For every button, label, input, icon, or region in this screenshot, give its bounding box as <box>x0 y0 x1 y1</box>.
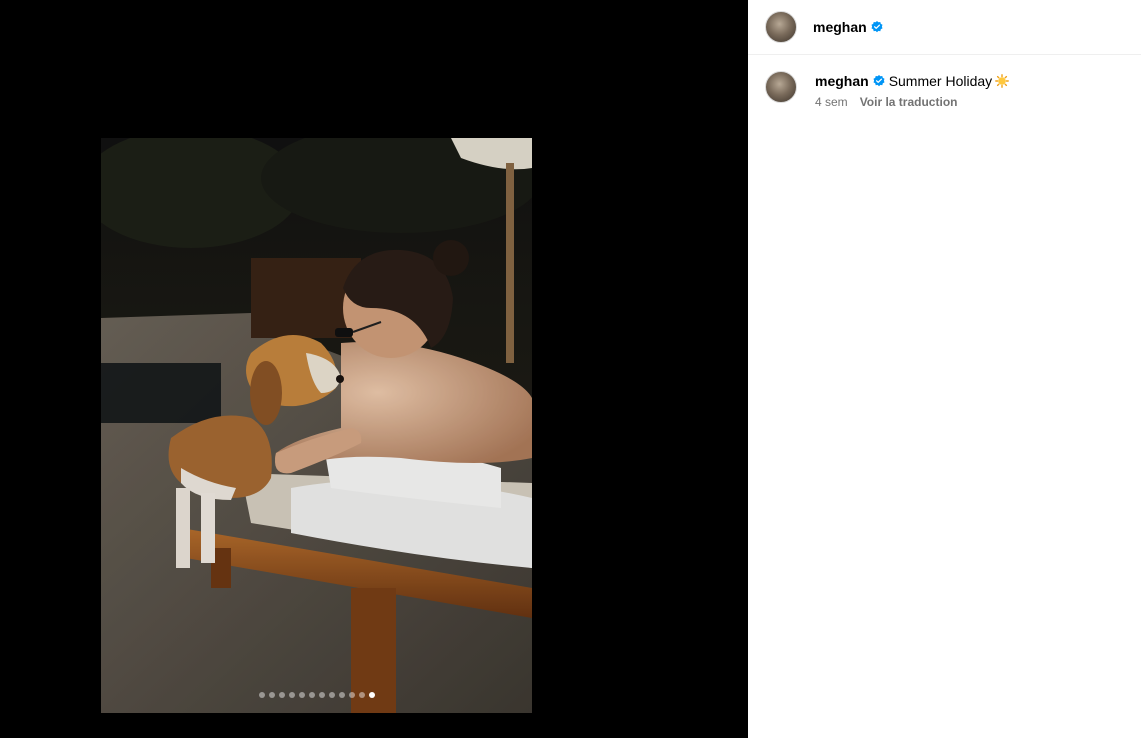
carousel-dot-active[interactable] <box>368 692 375 698</box>
carousel-dot[interactable] <box>338 692 345 698</box>
post-photo[interactable] <box>101 138 532 713</box>
caption-line: meghan Summer Holiday <box>815 72 1010 90</box>
sun-emoji-icon <box>995 74 1010 88</box>
photo-illustration <box>101 138 532 713</box>
post-header: meghan <box>748 0 1141 55</box>
verified-badge-icon <box>871 21 883 33</box>
avatar[interactable] <box>765 71 797 103</box>
carousel-dots <box>101 692 532 698</box>
carousel-dot[interactable] <box>318 692 325 698</box>
carousel-dot[interactable] <box>258 692 265 698</box>
caption-body: meghan Summer Holiday 4 sem Voir la trad… <box>815 72 1010 109</box>
carousel-dot[interactable] <box>278 692 285 698</box>
carousel-dot[interactable] <box>288 692 295 698</box>
carousel-dot[interactable] <box>308 692 315 698</box>
caption-username[interactable]: meghan <box>815 73 869 89</box>
carousel-dot[interactable] <box>328 692 335 698</box>
carousel-dot[interactable] <box>358 692 365 698</box>
post-sidebar: meghan meghan Summer Holiday 4 sem Voir … <box>748 0 1141 738</box>
see-translation-link[interactable]: Voir la traduction <box>860 95 958 109</box>
post-timestamp[interactable]: 4 sem <box>815 95 848 109</box>
verified-badge-icon <box>873 75 885 87</box>
caption-meta: 4 sem Voir la traduction <box>815 95 1009 109</box>
post-author-username[interactable]: meghan <box>813 19 867 35</box>
carousel-dot[interactable] <box>298 692 305 698</box>
caption-comment: meghan Summer Holiday 4 sem Voir la trad… <box>748 55 1141 109</box>
caption-text: Summer Holiday <box>888 73 993 89</box>
carousel-dot[interactable] <box>268 692 275 698</box>
carousel-dot[interactable] <box>348 692 355 698</box>
avatar[interactable] <box>765 11 797 43</box>
media-pane <box>0 0 748 738</box>
